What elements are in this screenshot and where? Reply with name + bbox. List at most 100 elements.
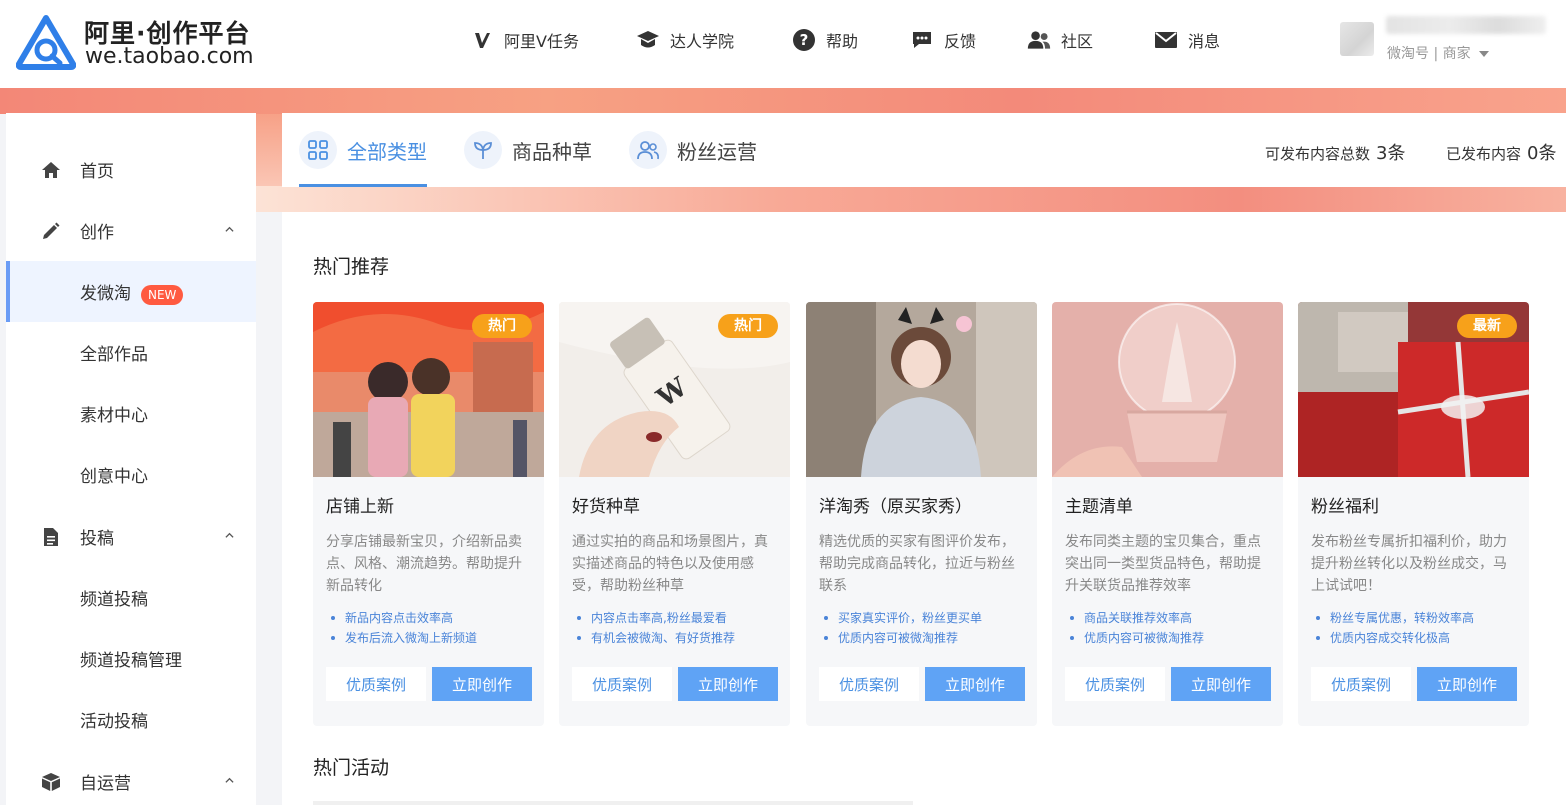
card-point: 内容点击率高,粉丝最爱看 (577, 608, 787, 628)
sidebar-item-submissions[interactable]: 投稿 (6, 506, 256, 567)
nav-feedback[interactable]: 反馈 (910, 25, 976, 55)
stat-label: 已发布内容 (1446, 145, 1522, 163)
feedback-icon (910, 28, 934, 52)
chevron-up-icon[interactable] (225, 531, 234, 540)
sidebar-item-label: 频道投稿 (80, 590, 148, 610)
card-point: 发布后流入微淘上新频道 (331, 628, 541, 648)
banner-decoration-middle (256, 186, 1566, 212)
box-icon (40, 771, 62, 793)
content-card-goods-seeding[interactable]: W 热门 好货种草 通过实拍的商品和场景图片，真实描述商品的特色以及使用感受，帮… (559, 302, 790, 726)
create-now-button[interactable]: 立即创作 (432, 667, 532, 701)
content-card-buyer-show[interactable]: 洋淘秀（原买家秀） 精选优质的买家有图评价发布，帮助完成商品转化，拉近与粉丝联系… (806, 302, 1037, 726)
sidebar-item-create[interactable]: 创作 (6, 200, 256, 261)
user-menu[interactable]: 微淘号 | 商家 (1320, 10, 1560, 70)
sidebar-item-text: 发微淘 (80, 283, 131, 304)
create-now-button[interactable]: 立即创作 (1417, 667, 1517, 701)
sidebar-item-label: 全部作品 (80, 345, 148, 365)
card-title: 洋淘秀（原买家秀） (819, 497, 972, 517)
card-image: 最新 (1298, 302, 1529, 477)
avatar[interactable] (1340, 22, 1374, 56)
sidebar-item-post-weitao[interactable]: 发微淘 NEW (6, 261, 256, 322)
sidebar-item-self-operation[interactable]: 自运营 (6, 751, 256, 805)
card-description: 精选优质的买家有图评价发布，帮助完成商品转化，拉近与粉丝联系 (819, 534, 1015, 594)
content-card-theme-list[interactable]: 主题清单 发布同类主题的宝贝集合，重点突出同一类型货品特色，帮助提升关联货品推荐… (1052, 302, 1283, 726)
nav-label: 阿里V任务 (504, 32, 579, 51)
platform-logo[interactable]: 阿里·创作平台 we.taobao.com (16, 12, 266, 72)
stat-published: 已发布内容 0条 (1446, 139, 1556, 165)
card-point: 优质内容可被微淘推荐 (1070, 628, 1280, 648)
create-now-button[interactable]: 立即创作 (1171, 667, 1271, 701)
mail-icon (1154, 28, 1178, 52)
nav-academy[interactable]: 达人学院 (636, 25, 734, 55)
nav-label: 帮助 (826, 32, 859, 51)
tab-label: 商品种草 (512, 139, 592, 164)
document-icon (40, 526, 62, 548)
card-point: 新品内容点击效率高 (331, 608, 541, 628)
quality-case-button[interactable]: 优质案例 (572, 667, 672, 701)
sidebar-item-label: 发微淘 NEW (80, 279, 184, 305)
sidebar-item-label: 首页 (80, 162, 114, 182)
card-description: 发布粉丝专属折扣福利价，助力提升粉丝转化以及粉丝成交，马上试试吧！ (1311, 534, 1507, 594)
create-now-button[interactable]: 立即创作 (678, 667, 778, 701)
card-image (806, 302, 1037, 477)
quality-case-button[interactable]: 优质案例 (326, 667, 426, 701)
content-card-fan-benefit[interactable]: 最新 粉丝福利 发布粉丝专属折扣福利价，助力提升粉丝转化以及粉丝成交，马上试试吧… (1298, 302, 1529, 726)
logo-url: we.taobao.com (85, 44, 254, 69)
logo-triangle-icon (16, 15, 76, 70)
nav-messages[interactable]: 消息 (1154, 25, 1220, 55)
chevron-down-icon (1478, 51, 1489, 57)
stat-value: 0条 (1527, 143, 1557, 164)
sidebar-item-materials[interactable]: 素材中心 (6, 383, 256, 444)
card-description: 发布同类主题的宝贝集合，重点突出同一类型货品特色，帮助提升关联货品推荐效率 (1065, 534, 1261, 594)
card-points: 内容点击率高,粉丝最爱看 有机会被微淘、有好货推荐 (577, 608, 787, 648)
chevron-up-icon[interactable] (225, 776, 234, 785)
tab-product-seeding[interactable]: 商品种草 (464, 113, 592, 187)
card-point: 买家真实评价，粉丝更买单 (824, 608, 1034, 628)
card-points: 粉丝专属优惠，转粉效率高 优质内容成交转化极高 (1316, 608, 1526, 648)
quality-case-button[interactable]: 优质案例 (1065, 667, 1165, 701)
user-role[interactable]: 微淘号 | 商家 (1387, 43, 1489, 63)
stat-label: 可发布内容总数 (1265, 145, 1371, 163)
nav-label: 社区 (1061, 32, 1094, 51)
card-description: 通过实拍的商品和场景图片，真实描述商品的特色以及使用感受，帮助粉丝种草 (572, 534, 768, 594)
card-title: 粉丝福利 (1311, 497, 1379, 517)
pencil-icon (40, 220, 62, 242)
nav-help[interactable]: ? 帮助 (792, 25, 858, 55)
nav-label: 反馈 (944, 32, 977, 51)
sidebar-item-all-works[interactable]: 全部作品 (6, 322, 256, 383)
sidebar-item-label: 活动投稿 (80, 712, 148, 732)
sidebar-item-label: 素材中心 (80, 406, 148, 426)
nav-v-task[interactable]: 阿里V任务 (470, 25, 579, 55)
sidebar-item-label: 创作 (80, 223, 114, 243)
sidebar-item-creative-center[interactable]: 创意中心 (6, 444, 256, 505)
sidebar-item-home[interactable]: 首页 (6, 139, 256, 200)
card-point: 有机会被微淘、有好货推荐 (577, 628, 787, 648)
main-panel: 热门推荐 热门 店铺上新 分享店铺最新宝贝，介绍新品卖点、风格、潮流趋势。帮助提… (282, 212, 1566, 805)
tab-all-types[interactable]: 全部类型 (299, 113, 427, 187)
sidebar-item-label: 自运营 (80, 774, 131, 794)
card-point: 优质内容成交转化极高 (1316, 628, 1526, 648)
card-image: 热门 (313, 302, 544, 477)
content-card-store-new[interactable]: 热门 店铺上新 分享店铺最新宝贝，介绍新品卖点、风格、潮流趋势。帮助提升新品转化… (313, 302, 544, 726)
card-points: 买家真实评价，粉丝更买单 优质内容可被微淘推荐 (824, 608, 1034, 648)
chevron-up-icon[interactable] (225, 225, 234, 234)
help-icon: ? (792, 28, 816, 52)
quality-case-button[interactable]: 优质案例 (1311, 667, 1411, 701)
card-description: 分享店铺最新宝贝，介绍新品卖点、风格、潮流趋势。帮助提升新品转化 (326, 534, 522, 594)
sidebar-item-channel-submit-manage[interactable]: 频道投稿管理 (6, 628, 256, 689)
quality-case-button[interactable]: 优质案例 (819, 667, 919, 701)
sidebar-item-channel-submit[interactable]: 频道投稿 (6, 567, 256, 628)
section-title-hot-activity: 热门活动 (313, 757, 390, 779)
nav-label: 达人学院 (670, 32, 735, 51)
card-image: W 热门 (559, 302, 790, 477)
sidebar-item-activity-submit[interactable]: 活动投稿 (6, 689, 256, 750)
users-icon (629, 131, 667, 169)
card-image (1052, 302, 1283, 477)
nav-community[interactable]: 社区 (1027, 25, 1093, 55)
tab-fan-operation[interactable]: 粉丝运营 (629, 113, 757, 187)
home-icon (40, 159, 62, 181)
card-points: 新品内容点击效率高 发布后流入微淘上新频道 (331, 608, 541, 648)
card-tag: 热门 (472, 314, 532, 338)
card-tag: 热门 (718, 314, 778, 338)
create-now-button[interactable]: 立即创作 (925, 667, 1025, 701)
